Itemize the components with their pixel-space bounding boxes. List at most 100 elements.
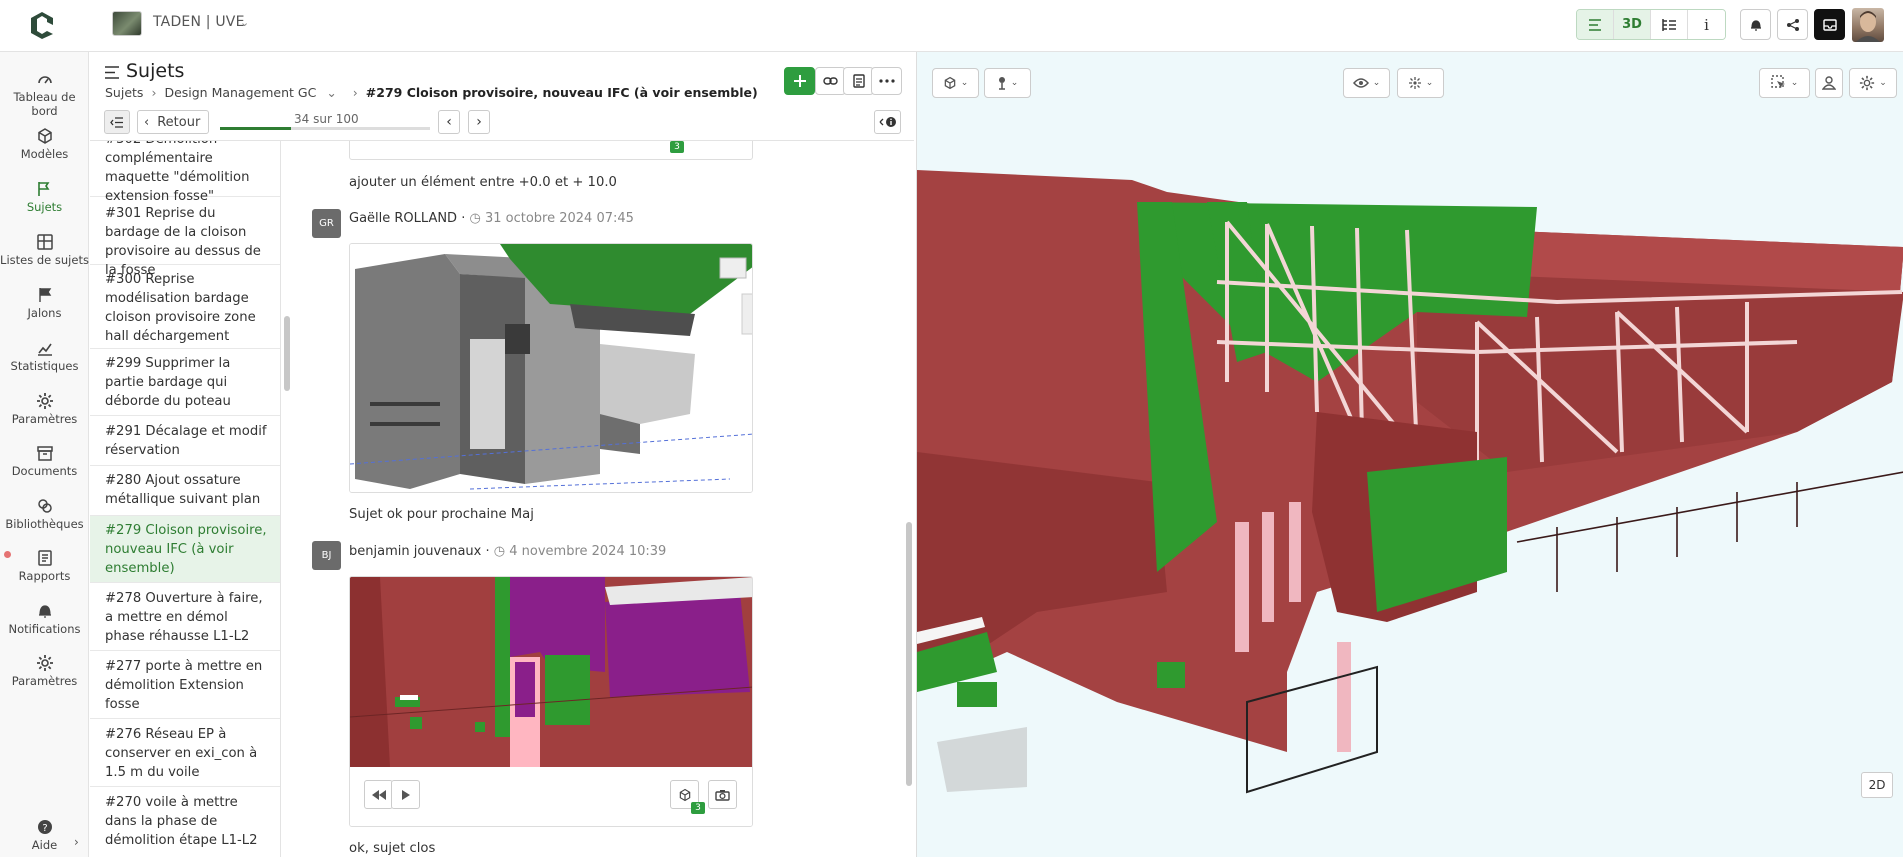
nav-label: Documents xyxy=(11,464,78,478)
collapse-list-button[interactable] xyxy=(104,110,130,134)
3d-viewer[interactable]: ⌄ ⌄ ⌄ ⌄ ⌄ ⌄ 2D xyxy=(916,52,1903,857)
archive-icon xyxy=(36,446,53,461)
document-icon xyxy=(852,74,865,88)
list-item[interactable]: #291 Décalage et modif réservation xyxy=(90,416,280,466)
nav-item-documents[interactable]: Documents xyxy=(0,444,89,478)
chevron-down-icon: ⌄ xyxy=(960,78,969,88)
list-item[interactable]: #278 Ouverture à faire, a mettre en démo… xyxy=(90,583,280,651)
cursor-select-icon xyxy=(1771,75,1785,88)
comments-scrollbar[interactable] xyxy=(906,522,912,786)
inbox-button[interactable] xyxy=(1814,9,1845,40)
list-item[interactable]: #300 Reprise modélisation bardage cloiso… xyxy=(90,265,280,349)
list-item[interactable]: #302 Démolition complémentaire maquette … xyxy=(90,141,280,204)
viewpoint-count-badge: 3 xyxy=(670,141,684,153)
previous-issue-button[interactable]: ‹ xyxy=(438,110,460,134)
bell-icon xyxy=(1750,19,1761,31)
nav-item-reports[interactable]: Rapports xyxy=(0,549,89,583)
play-button[interactable] xyxy=(391,780,420,809)
chevron-down-icon: ⌄ xyxy=(1790,78,1799,88)
nav-item-issues[interactable]: Sujets xyxy=(0,180,89,214)
breadcrumb-issues[interactable]: Sujets xyxy=(105,85,143,100)
help-icon: ? xyxy=(37,820,52,834)
split-view-button[interactable] xyxy=(1651,10,1688,39)
camera-height-button[interactable]: ⌄ xyxy=(984,68,1031,98)
nav-label: Bibliothèques xyxy=(5,517,84,531)
chevron-down-icon[interactable]: ⌄ xyxy=(240,16,249,29)
back-label: Retour xyxy=(157,114,201,130)
snapshot-button[interactable] xyxy=(708,780,737,809)
chevron-down-icon[interactable]: ⌄ xyxy=(326,85,336,100)
nav-item-dashboard[interactable]: Tableau de bord xyxy=(0,70,89,118)
comment-thread: 3 ajouter un élément entre +0.0 et + 10.… xyxy=(296,141,910,857)
3d-view-button[interactable]: 3D xyxy=(1614,10,1651,39)
list-scrollbar[interactable] xyxy=(284,316,290,391)
viewer-settings-button[interactable]: ⌄ xyxy=(1849,68,1897,98)
nav-label: Paramètres xyxy=(11,412,78,426)
person-icon xyxy=(1822,76,1836,90)
back-button[interactable]: ‹ Retour xyxy=(137,110,210,134)
nav-item-libraries[interactable]: Bibliothèques xyxy=(0,497,89,531)
next-issue-button[interactable]: › xyxy=(468,110,490,134)
3d-model-canvas[interactable] xyxy=(917,52,1903,857)
comment-date: 31 octobre 2024 07:45 xyxy=(484,211,634,226)
comment-text: Sujet ok pour prochaine Maj xyxy=(349,507,534,522)
list-item[interactable]: #301 Reprise du bardage de la cloison pr… xyxy=(90,197,280,278)
nav-label: Notifications xyxy=(8,622,81,636)
list-view-button[interactable] xyxy=(1577,10,1614,39)
list-item[interactable]: #277 porte à mettre en démolition Extens… xyxy=(90,651,280,719)
avatar: GR xyxy=(312,209,341,238)
list-item[interactable]: #276 Réseau EP à conserver en exi_con à … xyxy=(90,719,280,787)
info-toggle-icon xyxy=(879,117,896,127)
selection-tool-button[interactable]: ⌄ xyxy=(1759,68,1810,98)
comment-author-line: Gaëlle ROLLAND · ◷ 31 octobre 2024 07:45 xyxy=(349,211,634,226)
rewind-icon xyxy=(371,789,386,800)
more-button[interactable] xyxy=(871,67,902,95)
gear-icon xyxy=(36,393,53,409)
share-button[interactable] xyxy=(1777,9,1808,40)
toggle-details-button[interactable] xyxy=(874,110,901,134)
nav-item-settings[interactable]: Paramètres xyxy=(0,654,89,688)
viewpoint-image-card[interactable]: 3 xyxy=(349,576,753,827)
nav-item-models[interactable]: Modèles xyxy=(0,127,89,161)
add-issue-button[interactable] xyxy=(784,67,815,95)
comment-author-line: benjamin jouvenaux · ◷ 4 novembre 2024 1… xyxy=(349,544,667,559)
project-name[interactable]: TADEN | UVE xyxy=(153,14,245,30)
report-button[interactable] xyxy=(843,67,874,95)
nav-item-settings-project[interactable]: Paramètres xyxy=(0,392,89,426)
info-view-button[interactable]: i xyxy=(1688,10,1725,39)
nav-item-notifications[interactable]: Notifications xyxy=(0,602,89,636)
list-item[interactable]: #280 Ajout ossature métallique suivant p… xyxy=(90,466,280,516)
notification-button[interactable] xyxy=(1740,9,1771,40)
list-item[interactable]: #299 Supprimer la partie bardage qui déb… xyxy=(90,349,280,416)
user-view-button[interactable] xyxy=(1815,68,1843,98)
clock-icon: ◷ xyxy=(469,211,481,226)
rewind-button[interactable] xyxy=(364,780,393,809)
progress-bar xyxy=(220,127,430,130)
project-thumbnail[interactable] xyxy=(112,11,142,36)
nav-item-statistics[interactable]: Statistiques xyxy=(0,339,89,373)
chevron-down-icon: ⌄ xyxy=(1372,78,1381,88)
switch-2d-button[interactable]: 2D xyxy=(1861,772,1893,798)
comment-author: benjamin jouvenaux xyxy=(349,544,482,559)
list-item-active[interactable]: #279 Cloison provisoire, nouveau IFC (à … xyxy=(90,516,280,583)
section-tool-button[interactable]: ⌄ xyxy=(932,68,979,98)
main-navigation: Tableau de bord Modèles Sujets Listes de… xyxy=(0,52,89,857)
explode-button[interactable]: ⌄ xyxy=(1397,68,1444,98)
nav-label: Modèles xyxy=(20,147,69,161)
nav-item-milestones[interactable]: Jalons xyxy=(0,286,89,320)
cube-icon xyxy=(944,76,956,90)
viewpoint-card-previous[interactable]: 3 xyxy=(349,141,753,160)
nav-label: Listes de sujets xyxy=(0,253,89,267)
visibility-button[interactable]: ⌄ xyxy=(1343,68,1390,98)
viewpoint-image-card[interactable] xyxy=(349,243,753,493)
app-logo-icon[interactable] xyxy=(29,10,55,40)
nav-item-issue-lists[interactable]: Listes de sujets xyxy=(0,233,89,267)
breadcrumb-list[interactable]: Design Management GC xyxy=(164,85,316,100)
flag-icon xyxy=(38,288,51,302)
user-avatar[interactable] xyxy=(1852,8,1884,42)
expand-nav-icon[interactable]: › xyxy=(74,835,79,849)
copy-link-button[interactable] xyxy=(815,67,846,95)
nav-label: Aide xyxy=(31,838,58,852)
list-item[interactable]: #270 voile à mettre dans la phase de dém… xyxy=(90,787,280,857)
chevron-right-icon: › xyxy=(476,114,482,130)
